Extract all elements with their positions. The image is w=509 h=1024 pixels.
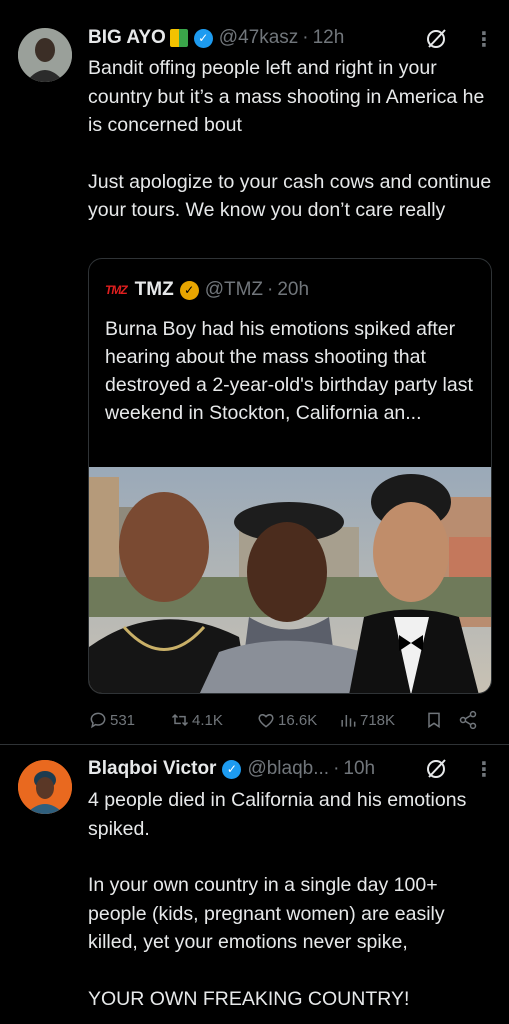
- retweet-icon: [171, 713, 189, 727]
- views-icon: [341, 715, 356, 727]
- timestamp[interactable]: 20h: [277, 279, 309, 301]
- share-icon: [459, 710, 477, 730]
- tweet-paragraph: In your own country in a single day 100+…: [88, 874, 445, 953]
- like-count: 16.6K: [278, 711, 318, 729]
- verified-badge-icon: ✓: [193, 28, 213, 48]
- avatar[interactable]: [18, 760, 72, 814]
- grok-icon[interactable]: [425, 758, 447, 780]
- bookmark-button[interactable]: [424, 708, 446, 732]
- handle[interactable]: @TMZ: [205, 279, 263, 301]
- tweet-paragraph: YOUR OWN FREAKING COUNTRY!: [88, 987, 410, 1010]
- views-count: 718K: [360, 711, 396, 729]
- action-bar: 531 4.1K 16.6K 718K: [88, 708, 498, 732]
- bookmark-icon: [428, 712, 440, 729]
- grok-icon[interactable]: [425, 28, 447, 50]
- display-name[interactable]: BIG AYO: [88, 27, 166, 49]
- timestamp[interactable]: 10h: [343, 758, 375, 780]
- repost-button[interactable]: 4.1K: [170, 708, 223, 732]
- more-icon[interactable]: ⋮: [474, 30, 494, 50]
- tmz-logo: TMZ: [105, 283, 128, 297]
- verified-badge-icon: ✓: [222, 759, 242, 779]
- handle[interactable]: @blaqb...: [247, 758, 329, 780]
- tweet-header: Blaqboi Victor ✓ @blaqb... · 10h: [88, 755, 375, 783]
- quote-header: TMZ TMZ ✓ @TMZ · 20h: [105, 277, 309, 303]
- display-name[interactable]: TMZ: [135, 279, 174, 301]
- tweet-text: Bandit offing people left and right in y…: [88, 54, 498, 225]
- quote-image[interactable]: [89, 467, 491, 693]
- reply-count: 531: [110, 711, 136, 729]
- beginner-badge-icon: [169, 29, 188, 47]
- repost-count: 4.1K: [192, 711, 223, 729]
- like-button[interactable]: 16.6K: [256, 708, 317, 732]
- avatar[interactable]: [18, 28, 72, 82]
- handle[interactable]: @47kasz: [219, 27, 299, 49]
- tweet-paragraph: Just apologize to your cash cows and con…: [88, 170, 492, 222]
- separator-dot: ·: [267, 279, 274, 300]
- separator-dot: ·: [333, 758, 340, 779]
- separator-dot: ·: [302, 27, 309, 48]
- quote-text: Burna Boy had his emotions spiked after …: [105, 318, 473, 424]
- like-icon: [258, 713, 274, 728]
- share-button[interactable]: [458, 708, 480, 732]
- display-name[interactable]: Blaqboi Victor: [88, 758, 216, 780]
- tweet-text: 4 people died in California and his emot…: [88, 786, 498, 1013]
- timestamp[interactable]: 12h: [313, 27, 345, 49]
- verified-badge-icon: ✓: [179, 280, 199, 300]
- views-button[interactable]: 718K: [338, 708, 395, 732]
- quoted-tweet[interactable]: TMZ TMZ ✓ @TMZ · 20h Burna Boy had his e…: [88, 258, 492, 694]
- reply-button[interactable]: 531: [88, 708, 135, 732]
- more-icon[interactable]: ⋮: [474, 760, 494, 780]
- reply-icon: [90, 712, 106, 729]
- tweet-paragraph: 4 people died in California and his emot…: [88, 789, 467, 840]
- tweet-header: BIG AYO ✓ @47kasz · 12h: [88, 24, 344, 52]
- tweet[interactable]: BIG AYO ✓ @47kasz · 12h ⋮ Bandit offing …: [0, 0, 509, 745]
- tweet-paragraph: Bandit offing people left and right in y…: [88, 57, 485, 136]
